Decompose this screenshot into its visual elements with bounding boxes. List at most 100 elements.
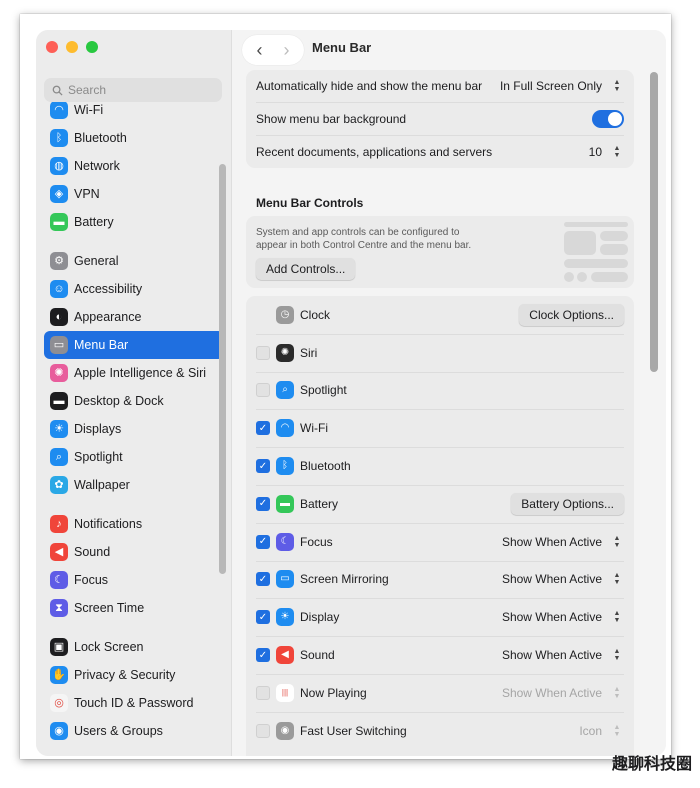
show-in-menu-bar-checkbox[interactable] xyxy=(256,345,270,360)
sidebar-item-lock-screen[interactable]: ▣ Lock Screen xyxy=(44,633,224,661)
sidebar-item-focus[interactable]: ☾ Focus xyxy=(44,566,224,594)
show-in-menu-bar-checkbox[interactable]: ✓ xyxy=(256,572,270,587)
auto-hide-label: Automatically hide and show the menu bar xyxy=(256,79,483,93)
show-in-menu-bar-checkbox[interactable] xyxy=(256,685,270,700)
sidebar-item-displays[interactable]: ☀ Displays xyxy=(44,415,224,443)
sidebar-item-users-groups[interactable]: ◉ Users & Groups xyxy=(44,717,224,745)
menu-item-row-fast-user-switching: ◉ Fast User Switching Icon ▲ ▼ xyxy=(246,711,634,750)
main-scrollbar[interactable] xyxy=(650,72,658,372)
visibility-select[interactable]: Show When Active ▲ ▼ xyxy=(502,571,624,587)
recent-items-value: 10 xyxy=(588,144,602,159)
auto-hide-select[interactable]: In Full Screen Only ▲ ▼ xyxy=(500,78,624,94)
show-in-menu-bar-checkbox[interactable] xyxy=(256,383,270,398)
menu-item-row-screen-mirroring: ✓ ▭ Screen Mirroring Show When Active ▲ ▼ xyxy=(246,560,634,599)
show-in-menu-bar-checkbox[interactable]: ✓ xyxy=(256,459,270,474)
battery-options-button[interactable]: Battery Options... xyxy=(511,492,624,515)
menu-item-row-focus: ✓ ☾ Focus Show When Active ▲ ▼ xyxy=(246,522,634,561)
bluetooth-icon: ᛒ xyxy=(50,129,68,147)
controls-description: System and app controls can be configure… xyxy=(256,227,472,251)
zoom-button[interactable] xyxy=(86,41,98,53)
popup-chevron-icon: ▲ ▼ xyxy=(613,685,621,700)
bell-icon: ♪ xyxy=(50,515,68,533)
hourglass-icon: ⧗ xyxy=(50,599,68,617)
battery-icon: ▬ xyxy=(276,494,294,513)
add-controls-button[interactable]: Add Controls... xyxy=(256,258,356,280)
recent-items-select[interactable]: 10 ▲ ▼ xyxy=(589,144,624,160)
visibility-value: Show When Active xyxy=(501,648,602,663)
sidebar: ◠ Wi-Fi ᛒ Bluetooth ◍ Network ◈ VPN ▬ Battery ⚙ Gen… xyxy=(36,30,232,756)
popup-chevron-icon: ▲ ▼ xyxy=(613,534,621,549)
sidebar-item-label: Focus xyxy=(74,573,109,587)
visibility-select[interactable]: Show When Active ▲ ▼ xyxy=(502,534,624,550)
traffic-lights xyxy=(46,41,98,53)
sidebar-item-network[interactable]: ◍ Network xyxy=(44,152,224,180)
vpn-icon: ◈ xyxy=(50,185,68,203)
user-icon: ◉ xyxy=(276,721,294,740)
show-in-menu-bar-checkbox[interactable]: ✓ xyxy=(256,648,270,663)
visibility-select[interactable]: Show When Active ▲ ▼ xyxy=(502,685,624,701)
clock-options-button[interactable]: Clock Options... xyxy=(519,303,624,326)
sidebar-item-desktop-dock[interactable]: ▬ Desktop & Dock xyxy=(44,387,224,415)
sidebar-item-accessibility[interactable]: ☺ Accessibility xyxy=(44,275,224,303)
sidebar-item-sound[interactable]: ◀ Sound xyxy=(44,538,224,566)
show-in-menu-bar-checkbox[interactable]: ✓ xyxy=(256,534,270,549)
sidebar-item-label: Network xyxy=(74,159,120,173)
show-in-menu-bar-checkbox[interactable]: ✓ xyxy=(256,610,270,625)
sidebar-item-battery[interactable]: ▬ Battery xyxy=(44,208,224,236)
auto-hide-row: Automatically hide and show the menu bar… xyxy=(246,70,634,102)
search-field[interactable]: Search xyxy=(44,78,222,102)
visibility-value: Show When Active xyxy=(501,685,602,700)
visibility-select[interactable]: Show When Active ▲ ▼ xyxy=(502,647,624,663)
sidebar-item-label: VPN xyxy=(74,187,100,201)
sidebar-item-label: Desktop & Dock xyxy=(74,394,164,408)
show-in-menu-bar-checkbox[interactable]: ✓ xyxy=(256,496,270,511)
wifi-icon: ◠ xyxy=(276,419,294,438)
accessibility-icon: ☺ xyxy=(50,280,68,298)
menu-item-label: Display xyxy=(300,610,340,625)
close-button[interactable] xyxy=(46,41,58,53)
page-title: Menu Bar xyxy=(312,40,372,55)
visibility-select[interactable]: Icon ▲ ▼ xyxy=(579,723,624,739)
nav-buttons: ‹ › xyxy=(242,35,304,65)
sidebar-item-apple-intelligence-siri[interactable]: ✺ Apple Intelligence & Siri xyxy=(44,359,224,387)
minimize-button[interactable] xyxy=(66,41,78,53)
show-background-row: Show menu bar background xyxy=(246,102,634,135)
speaker-icon: ◀ xyxy=(50,543,68,561)
auto-hide-value: In Full Screen Only xyxy=(499,79,602,93)
sidebar-item-touch-id-password[interactable]: ◎ Touch ID & Password xyxy=(44,689,224,717)
sidebar-list: ◠ Wi-Fi ᛒ Bluetooth ◍ Network ◈ VPN ▬ Battery ⚙ Gen… xyxy=(44,96,224,745)
menu-item-row-clock: ◷ Clock Clock Options... xyxy=(246,296,634,334)
sidebar-item-label: Appearance xyxy=(74,310,142,324)
sidebar-item-label: Lock Screen xyxy=(74,640,144,654)
sidebar-item-appearance[interactable]: ◐ Appearance xyxy=(44,303,224,331)
back-button[interactable]: ‹ xyxy=(248,38,272,62)
menu-item-label: Clock xyxy=(300,307,331,322)
sidebar-item-label: Sound xyxy=(74,545,111,559)
menu-item-left: ✓ ◠ Wi-Fi xyxy=(256,419,328,438)
clock-icon: ◷ xyxy=(276,305,294,324)
sidebar-item-screen-time[interactable]: ⧗ Screen Time xyxy=(44,594,224,622)
sun-icon: ☀ xyxy=(276,608,294,627)
popup-chevron-icon: ▲ ▼ xyxy=(613,144,621,159)
sidebar-item-privacy-security[interactable]: ✋ Privacy & Security xyxy=(44,661,224,689)
sidebar-scroll-thumb[interactable] xyxy=(219,164,226,574)
sidebar-item-label: Displays xyxy=(74,422,122,436)
menu-item-label: Battery xyxy=(300,496,339,511)
sidebar-item-vpn[interactable]: ◈ VPN xyxy=(44,180,224,208)
show-in-menu-bar-checkbox[interactable] xyxy=(256,723,270,738)
sidebar-scrollbar[interactable] xyxy=(219,164,226,574)
show-in-menu-bar-checkbox[interactable]: ✓ xyxy=(256,421,270,436)
sidebar-item-menu-bar[interactable]: ▭ Menu Bar xyxy=(44,331,224,359)
wifi-icon: ◠ xyxy=(50,101,68,119)
sidebar-item-spotlight[interactable]: ⌕ Spotlight xyxy=(44,443,224,471)
menu-item-row-sound: ✓ ◀ Sound Show When Active ▲ ▼ xyxy=(246,636,634,674)
visibility-select[interactable]: Show When Active ▲ ▼ xyxy=(502,609,624,625)
sidebar-item-wallpaper[interactable]: ✿ Wallpaper xyxy=(44,471,224,499)
sidebar-item-general[interactable]: ⚙ General xyxy=(44,247,224,275)
show-background-toggle[interactable] xyxy=(592,109,624,128)
sidebar-item-bluetooth[interactable]: ᛒ Bluetooth xyxy=(44,124,224,152)
sidebar-item-notifications[interactable]: ♪ Notifications xyxy=(44,510,224,538)
forward-button[interactable]: › xyxy=(275,38,299,62)
visibility-value: Show When Active xyxy=(501,610,602,625)
sidebar-item-label: Wi-Fi xyxy=(74,103,104,117)
